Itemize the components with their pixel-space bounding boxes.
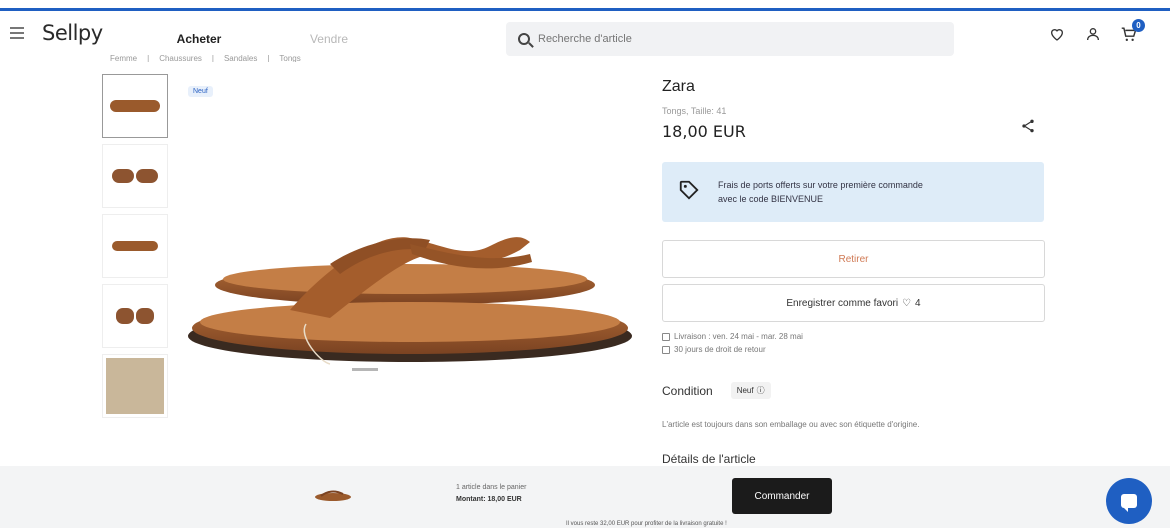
breadcrumb-item[interactable]: Femme bbox=[110, 54, 137, 62]
return-icon bbox=[662, 345, 670, 354]
condition-description: L'article est toujours dans son emballag… bbox=[662, 420, 920, 429]
breadcrumb-item[interactable]: Chaussures bbox=[159, 54, 202, 62]
header-icons: 0 bbox=[1046, 19, 1145, 45]
condition-badge[interactable]: Neuf ⓘ bbox=[730, 382, 771, 399]
brand-name[interactable]: Zara bbox=[662, 78, 695, 96]
save-favorite-button[interactable]: Enregistrer comme favori ♡ 4 bbox=[662, 284, 1045, 322]
chat-button[interactable] bbox=[1106, 478, 1152, 524]
header-tabs: Acheter Vendre bbox=[134, 22, 394, 56]
tab-acheter[interactable]: Acheter bbox=[134, 22, 264, 56]
price: 18,00 EUR bbox=[662, 122, 746, 141]
condition-label: Condition bbox=[662, 383, 713, 398]
cart-summary: 1 article dans le panier Montant: 18,00 … bbox=[456, 482, 526, 506]
delivery-truck-icon bbox=[662, 332, 670, 341]
checkout-bottom-bar: 1 article dans le panier Montant: 18,00 … bbox=[0, 466, 1170, 528]
article-details-heading: Détails de l'article bbox=[662, 452, 756, 466]
hamburger-menu-icon[interactable] bbox=[10, 27, 24, 39]
search-icon bbox=[518, 33, 530, 45]
tag-icon bbox=[678, 179, 700, 206]
cart-count-badge: 0 bbox=[1132, 19, 1145, 32]
promo-line-2: avec le code BIENVENUE bbox=[718, 194, 824, 204]
search-input[interactable] bbox=[538, 33, 918, 45]
heart-icon: ♡ bbox=[902, 297, 912, 309]
product-main-image[interactable]: Neuf bbox=[180, 74, 640, 414]
favorite-count: 4 bbox=[915, 297, 921, 309]
tab-vendre[interactable]: Vendre bbox=[264, 22, 394, 56]
new-badge: Neuf bbox=[188, 86, 213, 97]
promo-line-1: Frais de ports offerts sur votre premièr… bbox=[718, 180, 923, 190]
promo-banner: Frais de ports offerts sur votre premièr… bbox=[662, 162, 1044, 222]
cart-item-count: 1 article dans le panier bbox=[456, 484, 527, 491]
thumbnail-3[interactable] bbox=[102, 214, 168, 278]
remove-button[interactable]: Retirer bbox=[662, 240, 1045, 278]
delivery-dates: Livraison : ven. 24 mai - mar. 28 mai bbox=[674, 332, 803, 341]
favorites-heart-icon[interactable] bbox=[1046, 23, 1068, 45]
logo[interactable]: Sellpy bbox=[42, 21, 103, 45]
cart-item-thumbnail bbox=[315, 490, 351, 501]
account-user-icon[interactable] bbox=[1082, 23, 1104, 45]
thumbnail-1[interactable] bbox=[102, 74, 168, 138]
thumbnail-4[interactable] bbox=[102, 284, 168, 348]
save-favorite-label: Enregistrer comme favori bbox=[786, 297, 899, 309]
delivery-info: Livraison : ven. 24 mai - mar. 28 mai 30… bbox=[662, 330, 803, 356]
chat-bubble-icon bbox=[1121, 494, 1137, 512]
breadcrumb-item[interactable]: Tongs bbox=[279, 54, 300, 62]
cart-icon[interactable]: 0 bbox=[1118, 19, 1145, 45]
info-icon[interactable]: ⓘ bbox=[757, 385, 765, 396]
thumbnail-list bbox=[102, 74, 168, 424]
header: Sellpy Acheter Vendre 0 bbox=[0, 11, 1170, 57]
sandals-illustration bbox=[188, 237, 632, 371]
thumbnail-2[interactable] bbox=[102, 144, 168, 208]
thumbnail-5[interactable] bbox=[102, 354, 168, 418]
product-subinfo: Tongs, Taille: 41 bbox=[662, 106, 727, 116]
condition-row: Condition Neuf ⓘ bbox=[662, 382, 771, 399]
condition-value: Neuf bbox=[736, 386, 754, 395]
cart-amount: Montant: 18,00 EUR bbox=[456, 496, 522, 503]
search-bar[interactable] bbox=[506, 22, 954, 56]
return-policy: 30 jours de droit de retour bbox=[674, 345, 766, 354]
free-shipping-note: Il vous reste 32,00 EUR pour profiter de… bbox=[566, 521, 727, 527]
breadcrumb: Femme | Chaussures | Sandales | Tongs bbox=[110, 54, 301, 62]
checkout-button[interactable]: Commander bbox=[732, 478, 832, 514]
breadcrumb-item[interactable]: Sandales bbox=[224, 54, 257, 62]
share-icon[interactable] bbox=[1020, 118, 1036, 134]
